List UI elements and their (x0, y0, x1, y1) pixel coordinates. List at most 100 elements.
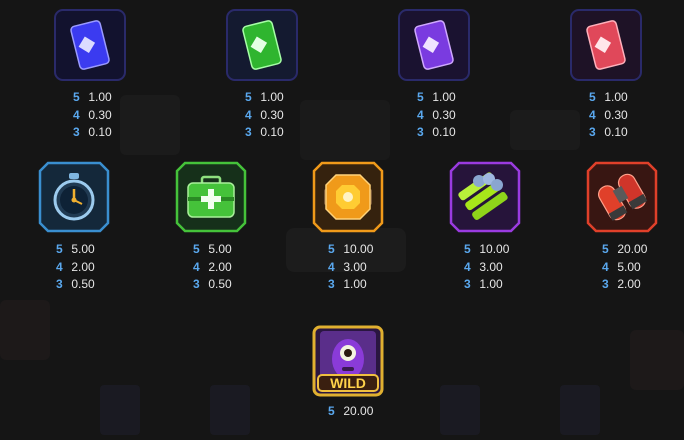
power-core-icon (312, 161, 384, 233)
blue-card-paytable: 5 1.00 4 0.30 3 0.10 (73, 89, 153, 142)
symbol-medkit (175, 161, 247, 233)
pay-row: 4 0.30 (73, 107, 153, 125)
payout-value: 3.00 (479, 259, 503, 274)
symbol-count: 4 (245, 107, 252, 122)
symbol-count: 4 (589, 107, 596, 122)
symbol-count: 5 (73, 90, 80, 104)
pay-row: 3 0.50 (56, 276, 136, 294)
pay-row: 4 5.00 (602, 259, 682, 277)
symbol-count: 5 (56, 242, 63, 256)
pay-row: 3 1.00 (328, 276, 408, 294)
pay-row: 3 0.10 (245, 124, 325, 142)
symbol-count: 4 (56, 259, 63, 274)
payout-value: 3.00 (343, 259, 367, 274)
symbol-count: 5 (602, 242, 609, 256)
stopwatch-icon (38, 161, 110, 233)
pay-row: 5 1.00 (73, 89, 153, 107)
payout-value: 20.00 (617, 242, 648, 256)
symbol-green-card (226, 9, 298, 81)
symbol-jetpack (586, 161, 658, 233)
payout-value: 5.00 (617, 259, 641, 274)
symbol-power-core (312, 161, 384, 233)
payout-value: 1.00 (88, 90, 112, 104)
payout-value: 0.10 (432, 125, 456, 139)
symbol-blue-card (54, 9, 126, 81)
symbol-red-card (570, 9, 642, 81)
pay-row: 3 2.00 (602, 276, 682, 294)
payout-value: 1.00 (260, 90, 284, 104)
symbol-count: 4 (193, 259, 200, 274)
pay-row: 4 0.30 (417, 107, 497, 125)
pay-row: 3 0.10 (417, 124, 497, 142)
symbol-count: 4 (602, 259, 609, 274)
red-card-icon (570, 9, 642, 81)
power-core-paytable: 5 10.00 4 3.00 3 1.00 (328, 241, 408, 294)
payout-value: 1.00 (604, 90, 628, 104)
symbol-wild: WILD (312, 325, 384, 397)
wild-monster-icon: WILD (312, 325, 384, 397)
symbol-count: 5 (589, 90, 596, 104)
pay-row: 3 0.10 (589, 124, 669, 142)
pay-row: 5 20.00 (328, 403, 408, 421)
symbol-count: 5 (328, 242, 335, 256)
symbol-count: 3 (73, 125, 80, 139)
payout-value: 0.30 (260, 107, 284, 122)
symbol-count: 5 (417, 90, 424, 104)
symbol-count: 3 (589, 125, 596, 139)
wild-paytable: 5 20.00 (328, 403, 408, 421)
payout-value: 10.00 (343, 242, 374, 256)
payout-value: 20.00 (343, 404, 374, 418)
symbol-count: 3 (193, 277, 200, 291)
symbol-count: 5 (328, 404, 335, 418)
symbol-count: 3 (602, 277, 609, 291)
payout-value: 1.00 (479, 277, 503, 291)
payout-value: 0.10 (604, 125, 628, 139)
pay-row: 5 1.00 (245, 89, 325, 107)
green-card-icon (226, 9, 298, 81)
payout-value: 0.30 (604, 107, 628, 122)
symbol-purple-card (398, 9, 470, 81)
payout-value: 2.00 (71, 259, 95, 274)
symbol-stopwatch (38, 161, 110, 233)
payout-value: 10.00 (479, 242, 510, 256)
pay-row: 5 10.00 (464, 241, 544, 259)
medkit-icon (175, 161, 247, 233)
symbol-count: 3 (464, 277, 471, 291)
pay-row: 4 0.30 (245, 107, 325, 125)
payout-value: 0.30 (432, 107, 456, 122)
payout-value: 5.00 (208, 242, 232, 256)
payout-value: 1.00 (343, 277, 367, 291)
pay-row: 4 3.00 (328, 259, 408, 277)
payout-value: 5.00 (71, 242, 95, 256)
medkit-paytable: 5 5.00 4 2.00 3 0.50 (193, 241, 273, 294)
symbol-count: 4 (417, 107, 424, 122)
pay-row: 5 20.00 (602, 241, 682, 259)
symbol-count: 5 (245, 90, 252, 104)
wild-label: WILD (330, 375, 366, 391)
symbol-count: 3 (56, 277, 63, 291)
pay-row: 5 5.00 (56, 241, 136, 259)
payout-value: 1.00 (432, 90, 456, 104)
symbol-count: 5 (464, 242, 471, 256)
pay-row: 4 3.00 (464, 259, 544, 277)
pay-row: 3 1.00 (464, 276, 544, 294)
green-card-paytable: 5 1.00 4 0.30 3 0.10 (245, 89, 325, 142)
energy-cells-paytable: 5 10.00 4 3.00 3 1.00 (464, 241, 544, 294)
payout-value: 0.50 (208, 277, 232, 291)
symbol-count: 3 (417, 125, 424, 139)
pay-row: 4 2.00 (193, 259, 273, 277)
payout-value: 2.00 (208, 259, 232, 274)
energy-cells-icon (449, 161, 521, 233)
symbol-count: 5 (193, 242, 200, 256)
payout-value: 0.50 (71, 277, 95, 291)
pay-row: 4 0.30 (589, 107, 669, 125)
payout-value: 2.00 (617, 277, 641, 291)
jetpack-paytable: 5 20.00 4 5.00 3 2.00 (602, 241, 682, 294)
symbol-count: 4 (73, 107, 80, 122)
pay-row: 5 10.00 (328, 241, 408, 259)
pay-row: 3 0.10 (73, 124, 153, 142)
payout-value: 0.10 (88, 125, 112, 139)
symbol-count: 3 (245, 125, 252, 139)
symbol-count: 4 (328, 259, 335, 274)
pay-row: 5 1.00 (417, 89, 497, 107)
